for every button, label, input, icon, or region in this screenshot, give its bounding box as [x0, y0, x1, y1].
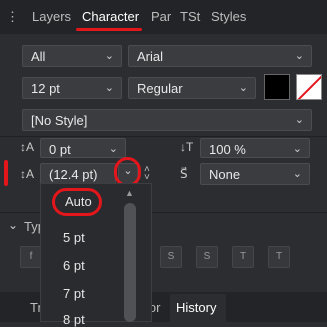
leading-value: (12.4 pt) — [49, 167, 98, 182]
strikethrough-value: None — [209, 167, 241, 182]
tab-character[interactable]: Character — [82, 9, 139, 24]
typography-toggle-button[interactable]: S — [196, 246, 218, 268]
tab-text-styles[interactable]: TSt — [180, 9, 200, 24]
typography-toggle-button[interactable]: T — [268, 246, 290, 268]
chevron-down-icon: ⌄ — [292, 168, 302, 180]
leading-stepper[interactable]: ˄ ˅ — [144, 165, 150, 183]
leading-icon: ↕A — [20, 167, 35, 181]
strikethrough-icon: S⃗ — [180, 167, 188, 181]
character-style-value: [No Style] — [31, 113, 88, 128]
scroll-up-arrow-icon[interactable]: ▲ — [125, 188, 134, 198]
panel-tab-bar: ⋮ Layers Character Par TSt Styles — [0, 0, 327, 34]
vertical-scale-field[interactable]: 100 % ⌄ — [200, 138, 310, 158]
strikethrough-dropdown[interactable]: None ⌄ — [200, 163, 310, 185]
tab-paragraph[interactable]: Par — [151, 9, 171, 24]
tab-layers[interactable]: Layers — [32, 9, 71, 24]
typography-toggle-button[interactable]: T — [232, 246, 254, 268]
tracking-value: 0 pt — [49, 142, 71, 157]
typography-toggle-button[interactable]: f — [20, 246, 42, 268]
font-weight-dropdown[interactable]: Regular ⌄ — [128, 77, 256, 99]
font-collection-value: All — [31, 49, 46, 64]
leading-option-7pt[interactable]: 7 pt — [63, 286, 85, 301]
section-collapse-icon[interactable]: ⌄ — [8, 218, 18, 232]
font-collection-dropdown[interactable]: All ⌄ — [22, 45, 122, 67]
font-family-value: Arial — [137, 49, 164, 64]
font-weight-value: Regular — [137, 81, 183, 96]
tracking-field[interactable]: 0 pt ⌄ — [40, 138, 126, 158]
annotation-bar — [4, 160, 8, 186]
tab-styles[interactable]: Styles — [211, 9, 246, 24]
leading-option-5pt[interactable]: 5 pt — [63, 230, 85, 245]
chevron-down-icon: ⌄ — [108, 143, 118, 155]
chevron-down-icon: ⌄ — [104, 50, 114, 62]
font-family-dropdown[interactable]: Arial ⌄ — [128, 45, 312, 67]
chevron-down-icon: ⌄ — [104, 82, 114, 94]
leading-option-6pt[interactable]: 6 pt — [63, 258, 85, 273]
vertical-scale-icon: ↓T — [180, 140, 194, 154]
chevron-down-icon: ⌄ — [294, 114, 304, 126]
font-size-field[interactable]: 12 pt ⌄ — [22, 77, 122, 99]
dropdown-scrollbar[interactable] — [124, 203, 136, 322]
divider — [0, 136, 327, 137]
typography-toggle-button[interactable]: S — [160, 246, 182, 268]
no-fill-swatch[interactable] — [296, 74, 322, 100]
annotation-underline — [76, 28, 142, 31]
annotation-circle — [52, 188, 102, 216]
character-style-dropdown[interactable]: [No Style] ⌄ — [22, 109, 312, 131]
chevron-down-icon: ⌄ — [292, 143, 302, 155]
leading-field[interactable]: (12.4 pt) — [40, 163, 116, 185]
chevron-down-icon: ⌄ — [294, 50, 304, 62]
chevron-down-icon: ⌄ — [238, 82, 248, 94]
tab-history[interactable]: History — [176, 300, 216, 315]
vertical-scale-value: 100 % — [209, 142, 246, 157]
leading-option-8pt[interactable]: 8 pt — [63, 312, 85, 327]
no-fill-icon — [297, 75, 321, 99]
tracking-icon: ↕A — [20, 140, 35, 154]
font-size-value: 12 pt — [31, 81, 60, 96]
overflow-menu-icon[interactable]: ⋮ — [6, 9, 19, 25]
text-color-swatch[interactable] — [264, 74, 290, 100]
